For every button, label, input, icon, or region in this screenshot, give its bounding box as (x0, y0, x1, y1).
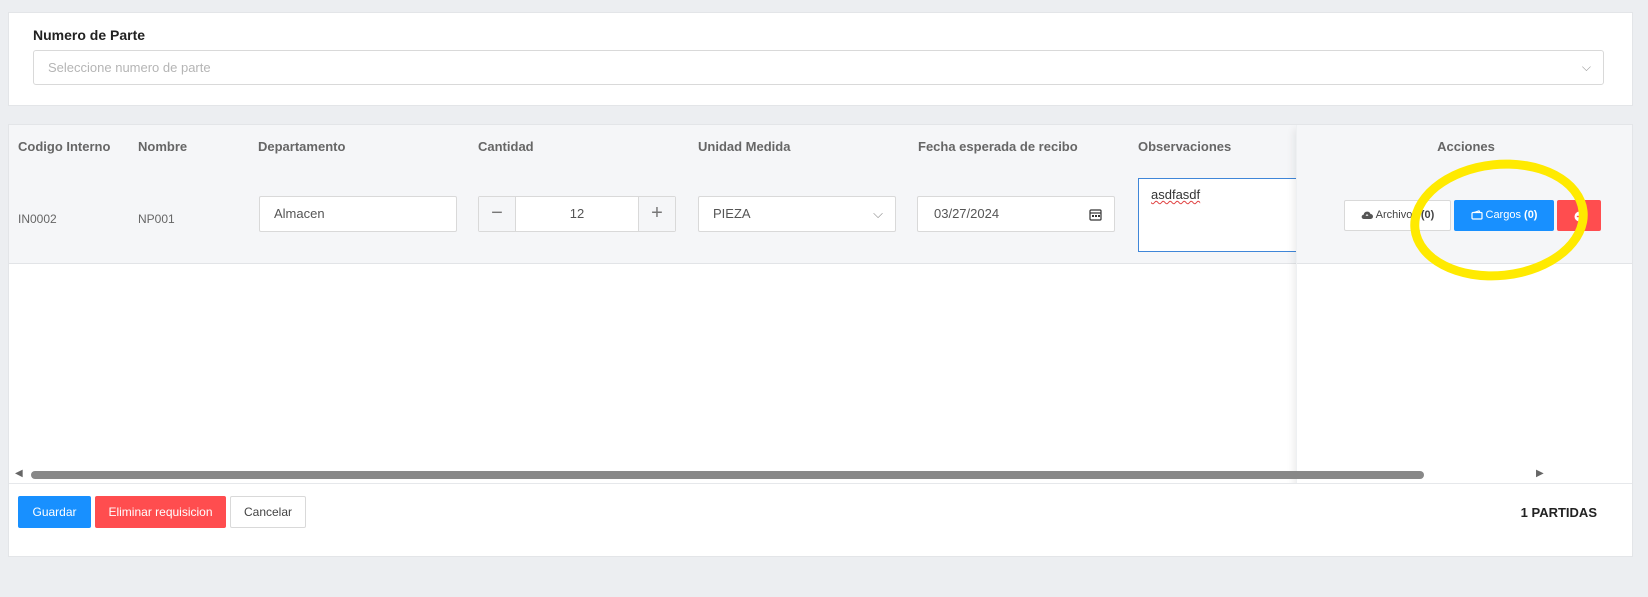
part-number-placeholder: Seleccione numero de parte (48, 60, 211, 75)
cancel-button[interactable]: Cancelar (230, 496, 306, 528)
header-nombre: Nombre (138, 139, 188, 154)
header-fecha: Fecha esperada de recibo (918, 139, 1078, 154)
chevron-down-icon: ⌵ (1581, 60, 1591, 74)
quantity-stepper: − 12 + (478, 196, 676, 232)
archivos-count: (0) (1420, 209, 1435, 221)
archivos-button[interactable]: Archivos (0) (1344, 200, 1451, 231)
calendar-icon[interactable] (1089, 197, 1102, 231)
header-cantidad: Cantidad (478, 139, 534, 154)
part-number-select[interactable]: Seleccione numero de parte ⌵ (33, 50, 1604, 85)
unidad-medida-select[interactable]: PIEZA ⌵ (698, 196, 896, 232)
cloud-upload-icon (1361, 211, 1373, 220)
table-footer: Guardar Eliminar requisicion Cancelar 1 … (9, 483, 1632, 556)
increment-button[interactable]: + (638, 197, 675, 231)
delete-requisition-button[interactable]: Eliminar requisicion (95, 496, 226, 528)
save-button[interactable]: Guardar (18, 496, 91, 528)
header-unidad-medida: Unidad Medida (698, 139, 791, 154)
cell-codigo-interno: IN0002 (18, 212, 57, 226)
partidas-count: 1 PARTIDAS (1520, 505, 1597, 520)
cargos-label: Cargos (1485, 209, 1521, 221)
chevron-down-icon: ⌵ (873, 206, 883, 221)
observaciones-textarea[interactable]: asdfasdf (1138, 178, 1308, 252)
scroll-right-arrow-icon[interactable]: ▶ (1536, 468, 1544, 479)
actions-header: Acciones (1297, 125, 1632, 170)
header-acciones: Acciones (1437, 139, 1495, 154)
part-number-label: Numero de Parte (33, 27, 146, 43)
unidad-medida-value: PIEZA (713, 206, 751, 221)
cargos-button[interactable]: Cargos (0) (1454, 200, 1554, 231)
scroll-left-arrow-icon[interactable]: ◀ (15, 468, 23, 479)
cell-nombre: NP001 (138, 212, 175, 226)
quantity-input[interactable]: 12 (516, 197, 638, 231)
cargos-count: (0) (1524, 209, 1538, 221)
remove-row-button[interactable] (1557, 200, 1601, 231)
part-number-card: Numero de Parte Seleccione numero de par… (8, 12, 1633, 106)
observaciones-value: asdfasdf (1151, 187, 1201, 202)
actions-row: Archivos (0) Cargos (0) (1297, 169, 1632, 264)
fecha-input[interactable]: 03/27/2024 (917, 196, 1115, 232)
horizontal-scrollbar[interactable]: ◀ ▶ (9, 468, 1632, 482)
header-codigo-interno: Codigo Interno (18, 139, 111, 154)
header-observaciones: Observaciones (1138, 139, 1232, 154)
archivos-label: Archivos (1375, 209, 1418, 221)
fecha-value: 03/27/2024 (934, 206, 1000, 221)
departamento-input[interactable]: Almacen (259, 196, 457, 232)
decrement-button[interactable]: − (479, 197, 516, 231)
minus-circle-icon (1574, 211, 1584, 222)
requisition-table: Codigo Interno Nombre Departamento Canti… (8, 124, 1633, 557)
scrollbar-thumb[interactable] (31, 471, 1424, 479)
header-departamento: Departamento (258, 139, 346, 154)
wallet-icon (1470, 210, 1483, 220)
